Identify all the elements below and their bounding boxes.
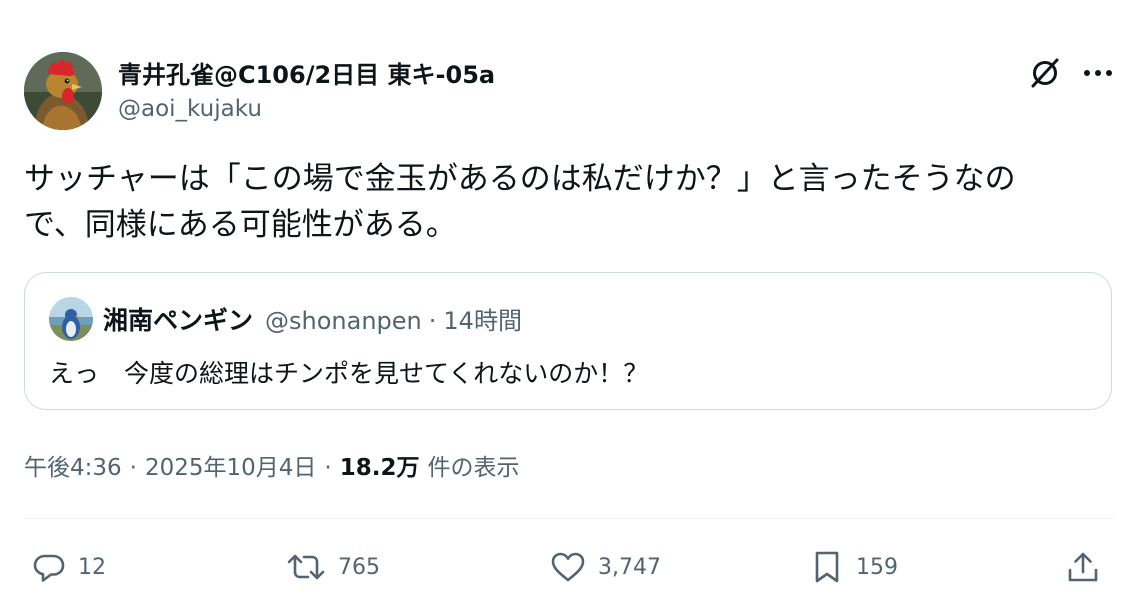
quote-separator: · [428,307,437,335]
tweet-card: 青井孔雀@C106/2日目 東キ-05a @aoi_kujaku サッチャーは「… [0,0,1130,598]
author-display-name[interactable]: 青井孔雀@C106/2日目 東キ-05a [118,55,495,90]
bookmark-button[interactable]: 159 [810,544,898,590]
quote-header: 湘南ペンギン @shonanpen · 14時間 [103,301,522,337]
views-label[interactable]: 件の表示 [427,448,519,482]
reply-count: 12 [78,554,106,580]
views-count[interactable]: 18.2万 [340,448,420,482]
divider [24,518,1114,519]
author-handle[interactable]: @aoi_kujaku [118,96,262,122]
penguin-avatar-icon [49,297,93,341]
like-button[interactable]: 3,747 [550,544,661,590]
meta-separator: · [324,455,332,481]
share-icon [1068,552,1098,582]
author-avatar[interactable] [24,52,102,130]
bookmark-icon [815,551,839,583]
more-icon [1084,70,1112,76]
retweet-icon [287,554,325,580]
reply-icon [33,554,65,582]
quote-author-avatar[interactable] [49,297,93,341]
rooster-avatar-icon [24,52,102,130]
heart-icon [551,552,585,582]
tweet-text-line: で、同様にある可能性がある。 [24,207,457,243]
quote-handle[interactable]: @shonanpen [265,307,422,335]
tweet-text-line: サッチャーは「この場で金玉があるのは私だけか？」と言ったそうなの [24,161,1016,197]
share-button[interactable] [1066,544,1100,590]
post-time[interactable]: 午後4:36 [24,448,122,482]
grok-button[interactable] [1026,54,1064,92]
more-button[interactable] [1078,54,1118,92]
post-date[interactable]: 2025年10月4日 [145,448,316,482]
quote-text: えっ 今度の総理はチンポを見せてくれないのか！？ [49,359,649,388]
retweet-button[interactable]: 765 [286,544,380,590]
meta-separator: · [129,455,137,481]
quote-timestamp[interactable]: 14時間 [443,301,522,336]
grok-icon [1031,58,1059,88]
author-name-row: 青井孔雀@C106/2日目 東キ-05a [118,55,495,90]
quote-display-name[interactable]: 湘南ペンギン [103,301,253,337]
tweet-text: サッチャーは「この場で金玉があるのは私だけか？」と言ったそうなの で、同様にある… [24,156,1114,248]
tweet-meta: 午後4:36 · 2025年10月4日 · 18.2万 件の表示 [24,448,519,482]
reply-button[interactable]: 12 [32,544,106,590]
retweet-count: 765 [338,554,380,580]
quoted-tweet[interactable]: 湘南ペンギン @shonanpen · 14時間 えっ 今度の総理はチンポを見せ… [24,272,1112,410]
like-count: 3,747 [598,554,661,580]
bookmark-count: 159 [856,554,898,580]
